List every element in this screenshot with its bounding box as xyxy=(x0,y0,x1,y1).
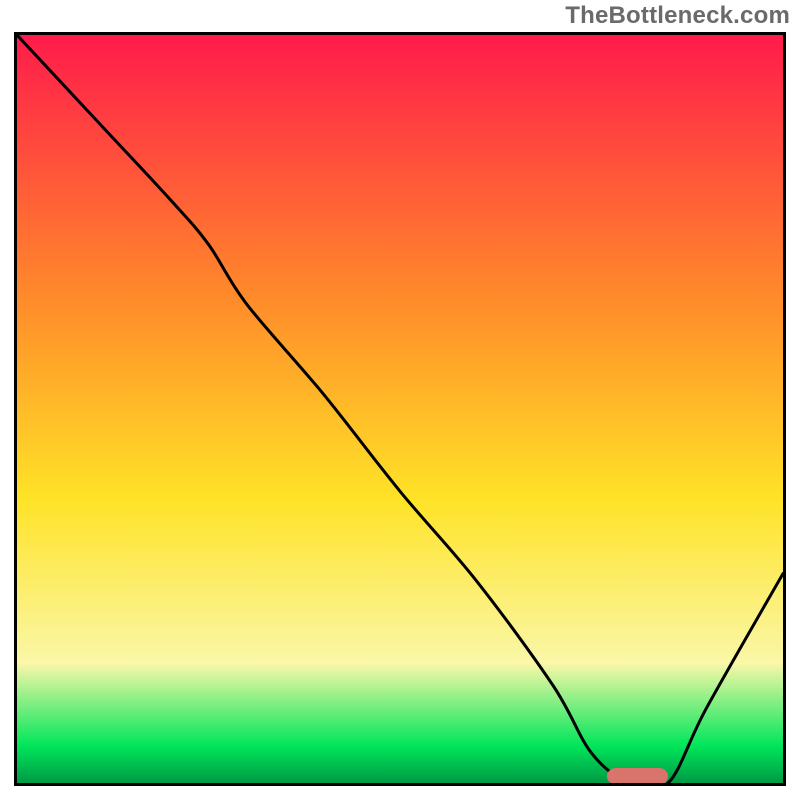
watermark-text: TheBottleneck.com xyxy=(565,2,790,30)
optimal-range-marker xyxy=(607,768,668,783)
chart-svg xyxy=(17,35,783,783)
gradient-rect xyxy=(17,35,783,783)
plot-area xyxy=(14,32,786,786)
chart-container: TheBottleneck.com xyxy=(0,0,800,800)
